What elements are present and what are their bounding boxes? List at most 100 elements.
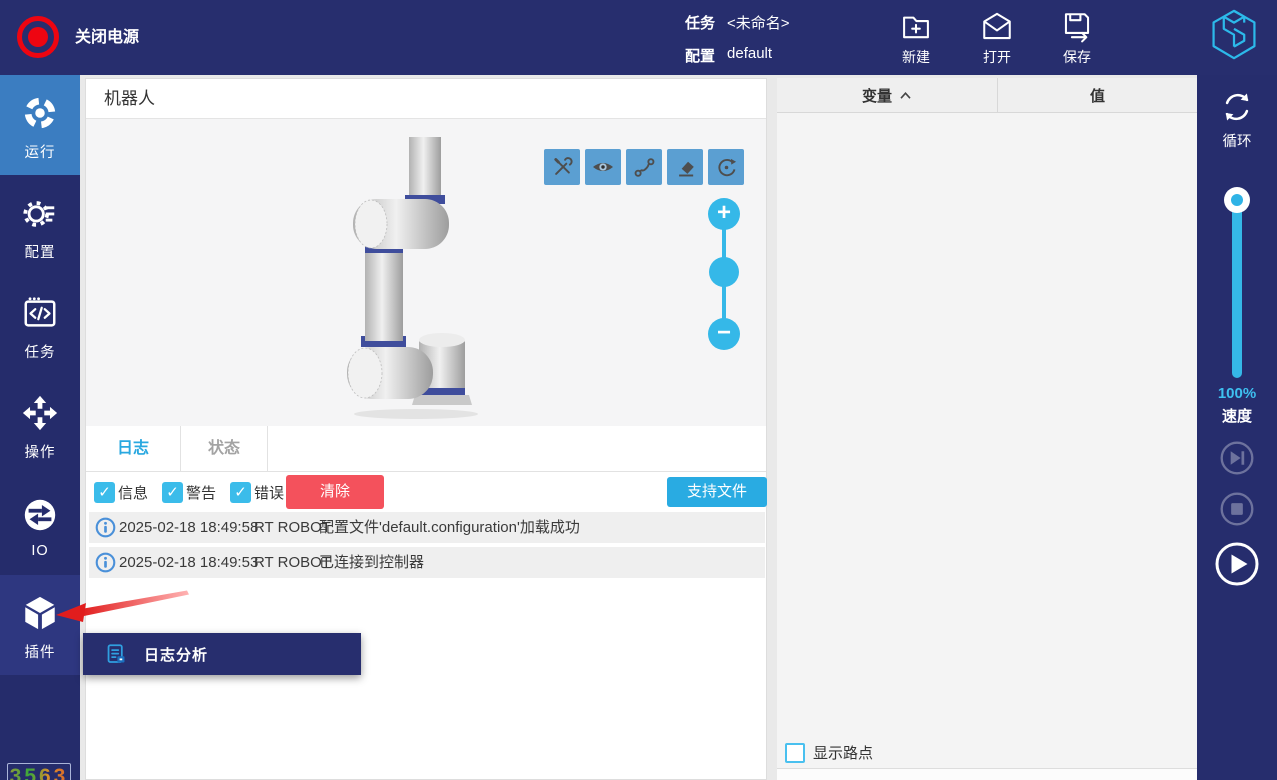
eraser-icon — [674, 156, 697, 179]
checkbox-unchecked-icon — [785, 743, 805, 763]
robot-3d-viewport[interactable]: + − — [86, 119, 766, 426]
zoom-out-button[interactable]: − — [708, 318, 740, 350]
sidebar-item-label: 配置 — [25, 241, 56, 262]
info-icon — [95, 552, 116, 584]
log-status-tabbar: 日志 状态 — [86, 426, 766, 472]
eraser-button[interactable] — [667, 149, 703, 185]
eye-icon — [591, 155, 615, 179]
top-bar: 关闭电源 任务 <未命名> 配置 default 新建 打开 保存 — [0, 0, 1277, 75]
log-row: 2025-02-18 18:49:58 RT ROBOT 配置文件'defaul… — [89, 512, 765, 543]
robot-arm-model — [331, 137, 481, 422]
loop-label: 循环 — [1197, 130, 1277, 151]
info-icon — [95, 517, 116, 549]
filter-label: 信息 — [118, 482, 148, 503]
log-timestamp: 2025-02-18 18:49:58 — [119, 512, 258, 543]
waypoint-path-icon — [633, 156, 656, 179]
sidebar-item-operate[interactable]: 操作 — [0, 375, 80, 475]
brand-logo-icon — [1208, 8, 1260, 67]
log-message: 已连接到控制器 — [319, 547, 424, 578]
sidebar-item-label: 操作 — [25, 441, 56, 462]
move-arrows-icon — [21, 389, 59, 437]
viewer-zoom-control: + − — [708, 198, 740, 350]
loop-mode-button[interactable] — [1219, 89, 1255, 130]
io-arrows-icon — [21, 491, 59, 539]
visibility-button[interactable] — [585, 149, 621, 185]
tab-log[interactable]: 日志 — [86, 426, 181, 472]
task-config-info: 任务 <未命名> 配置 default — [685, 12, 790, 66]
save-button[interactable]: 保存 — [1047, 9, 1107, 67]
sidebar-item-config[interactable]: 配置 — [0, 175, 80, 275]
new-file-icon — [886, 9, 946, 45]
save-icon — [1047, 9, 1107, 45]
run-icon — [21, 89, 59, 137]
support-file-button[interactable]: 支持文件 — [667, 477, 767, 507]
show-waypoints-label: 显示路点 — [813, 742, 873, 763]
sidebar-item-task[interactable]: 任务 — [0, 275, 80, 375]
page-title: 机器人 — [86, 79, 766, 119]
config-name-value: default — [727, 45, 772, 66]
task-label: 任务 — [685, 12, 715, 33]
filter-error-checkbox[interactable]: ✓ 错误 — [230, 482, 284, 503]
zoom-in-button[interactable]: + — [708, 198, 740, 230]
reset-rotation-icon — [715, 156, 738, 179]
tools-button[interactable] — [544, 149, 580, 185]
open-button[interactable]: 打开 — [967, 9, 1027, 67]
log-message: 配置文件'default.configuration'加载成功 — [319, 512, 580, 543]
checkbox-checked-icon: ✓ — [230, 482, 251, 503]
log-filter-row: ✓ 信息 ✓ 警告 ✓ 错误 — [86, 472, 766, 512]
speed-slider-handle[interactable] — [1224, 187, 1250, 213]
log-row: 2025-02-18 18:49:53 RT ROBOT 已连接到控制器 — [89, 547, 765, 578]
panel-footer — [777, 769, 1197, 780]
play-button[interactable] — [1214, 541, 1260, 592]
play-icon — [1214, 541, 1260, 587]
column-header-variable[interactable]: 变量 — [777, 78, 998, 112]
gear-icon — [21, 189, 59, 237]
plugin-menu-item-log-analysis[interactable]: 日志分析 — [83, 633, 361, 675]
filter-info-checkbox[interactable]: ✓ 信息 — [94, 482, 148, 503]
code-window-icon — [21, 289, 59, 337]
left-nav-sidebar: 运行 配置 任务 操作 — [0, 75, 80, 780]
tools-icon — [551, 156, 574, 179]
show-waypoints-checkbox[interactable]: 显示路点 — [785, 742, 873, 763]
config-label: 配置 — [685, 45, 715, 66]
run-control-sidebar: 循环 100% 速度 — [1197, 75, 1277, 780]
speed-label: 速度 — [1197, 405, 1277, 426]
sidebar-item-label: IO — [31, 543, 48, 559]
captcha-box: 3563 — [7, 763, 71, 780]
reset-view-button[interactable] — [708, 149, 744, 185]
step-forward-button[interactable] — [1219, 440, 1255, 481]
captcha-text: 3563 — [10, 765, 69, 780]
new-task-button[interactable]: 新建 — [886, 9, 946, 67]
checkbox-checked-icon: ✓ — [94, 482, 115, 503]
new-task-label: 新建 — [886, 47, 946, 67]
menu-item-label: 日志分析 — [144, 644, 208, 665]
sort-asc-icon — [899, 91, 912, 100]
stop-button[interactable] — [1219, 491, 1255, 532]
variables-header: 变量 值 — [777, 78, 1197, 113]
sidebar-item-run[interactable]: 运行 — [0, 75, 80, 175]
sidebar-item-label: 任务 — [25, 341, 56, 362]
sidebar-item-io[interactable]: IO — [0, 475, 80, 575]
sidebar-item-label: 运行 — [25, 141, 56, 162]
power-off-button[interactable] — [17, 16, 59, 58]
column-label: 变量 — [862, 85, 892, 106]
checkbox-checked-icon: ✓ — [162, 482, 183, 503]
clear-log-button[interactable]: 清除 — [286, 475, 384, 509]
path-button[interactable] — [626, 149, 662, 185]
tab-status[interactable]: 状态 — [181, 426, 268, 472]
open-file-icon — [967, 9, 1027, 45]
column-header-value: 值 — [998, 78, 1197, 112]
log-timestamp: 2025-02-18 18:49:53 — [119, 547, 258, 578]
zoom-slider-handle[interactable] — [709, 257, 739, 287]
filter-label: 错误 — [254, 482, 284, 503]
power-icon — [28, 27, 48, 47]
task-name-value: <未命名> — [727, 12, 790, 33]
sidebar-item-plugin[interactable]: 插件 — [0, 575, 80, 675]
loop-cycle-icon — [1219, 89, 1255, 125]
sidebar-item-label: 插件 — [25, 641, 56, 662]
filter-warning-checkbox[interactable]: ✓ 警告 — [162, 482, 216, 503]
open-label: 打开 — [967, 47, 1027, 67]
column-label: 值 — [1090, 85, 1105, 106]
stop-icon — [1219, 491, 1255, 527]
speed-slider-track — [1232, 195, 1242, 378]
